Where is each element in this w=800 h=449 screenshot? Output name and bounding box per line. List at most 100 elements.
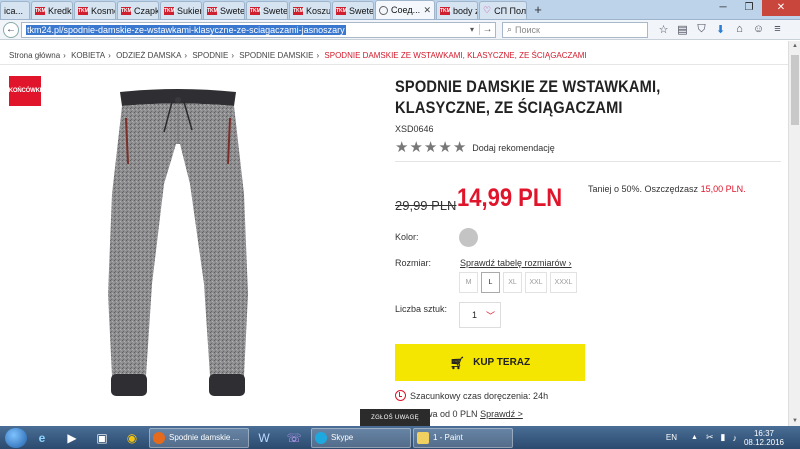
tab-label: Соед... [391, 5, 421, 15]
scroll-up-icon[interactable]: ▲ [789, 43, 800, 49]
breadcrumb-item[interactable]: ODZIEŻ DAMSKA [116, 51, 181, 60]
browser-tab[interactable]: ica... [0, 1, 30, 19]
toolbar-icons: ☆ ▤ ⛉ ⬇ ⌂ ☺ ≡ [654, 23, 787, 36]
minimize-icon[interactable]: ─ [710, 0, 736, 16]
bookmark-star-icon[interactable]: ☆ [654, 23, 673, 36]
size-option[interactable]: XXXL [550, 272, 577, 293]
tab-label: Sweter m... [263, 5, 288, 16]
savings-amount: 15,00 PLN. [700, 184, 746, 194]
ie-icon[interactable]: e [27, 427, 57, 448]
save-icon[interactable]: ▣ [87, 427, 117, 448]
window-close-icon[interactable]: ✕ [762, 0, 800, 16]
star-icon[interactable]: ★ [453, 140, 466, 155]
taskbar-task-skype[interactable]: Skype [311, 427, 411, 448]
browser-tab[interactable]: TKM Czapka d... [117, 1, 159, 19]
media-player-icon[interactable]: ▶ [57, 427, 87, 448]
go-arrow-icon[interactable]: → [479, 24, 495, 35]
maximize-icon[interactable]: ❐ [736, 0, 762, 16]
browser-tab-strip: ica... TKM Kredka d... TKM Kosmety... TK… [0, 0, 800, 20]
language-indicator[interactable]: EN [666, 433, 677, 442]
breadcrumb-item[interactable]: SPODNIE DAMSKIE [239, 51, 313, 60]
breadcrumb: Strona główna › KOBIETA › ODZIEŻ DAMSKA › S… [9, 51, 587, 60]
size-option-selected[interactable]: L [481, 272, 500, 293]
browser-tab-active[interactable]: Соед... ✕ [375, 0, 435, 19]
star-icon[interactable]: ★ [424, 140, 437, 155]
clearance-badge: KOŃCÓWKI [9, 76, 41, 106]
url-text[interactable]: tkm24.pl/spodnie-damskie-ze-wstawkami-kl… [26, 24, 346, 35]
volume-icon[interactable]: ♪ [732, 433, 737, 443]
home-icon[interactable]: ⌂ [730, 23, 749, 36]
product-image[interactable] [98, 84, 258, 404]
skype-icon [315, 431, 327, 444]
close-tab-icon[interactable]: ✕ [421, 5, 431, 16]
tab-label: ica... [4, 5, 24, 16]
size-option[interactable]: XXL [525, 272, 547, 293]
taskbar-task-paint[interactable]: 1 - Paint [413, 427, 513, 448]
system-tray: EN ▲ ✂ ▮ ♪ 16:37 08.12.2016 [666, 429, 800, 447]
download-icon[interactable]: ⬇ [711, 23, 730, 36]
size-option[interactable]: XL [503, 272, 522, 293]
star-icon[interactable]: ★ [438, 140, 451, 155]
product-title: SPODNIE DAMSKIE ZE WSTAWKAMI, KLASYCZNE,… [395, 77, 661, 117]
browser-tab[interactable]: TKM Sweter m... [203, 1, 245, 19]
divider [395, 161, 781, 162]
browser-tab[interactable]: TKM Kosmety... [74, 1, 116, 19]
buy-now-label: KUP TERAZ [473, 357, 531, 368]
scrollbar-thumb[interactable] [791, 55, 799, 125]
page-scrollbar[interactable]: ▲ ▼ [788, 41, 800, 426]
reading-list-icon[interactable]: ▤ [673, 23, 692, 36]
new-tab-button[interactable]: + [530, 3, 546, 19]
breadcrumb-item[interactable]: SPODNIE [192, 51, 228, 60]
address-bar[interactable]: tkm24.pl/spodnie-damskie-ze-wstawkami-kl… [21, 21, 496, 38]
browser-tab[interactable]: TKM Kredka d... [31, 1, 73, 19]
clock-time: 16:37 [753, 428, 774, 438]
back-button[interactable]: ← [3, 21, 19, 38]
buy-now-button[interactable]: 🛒︎ KUP TERAZ [395, 344, 585, 381]
browser-tab[interactable]: ♡ СП Польш... [479, 1, 527, 19]
tab-label: Sweter m... [220, 5, 245, 16]
quantity-label: Liczba sztuk: [395, 304, 448, 314]
viber-icon[interactable]: ☏ [279, 427, 309, 448]
breadcrumb-item[interactable]: KOBIETA [71, 51, 105, 60]
clock-icon [395, 390, 406, 401]
clock[interactable]: 16:37 08.12.2016 [744, 429, 784, 447]
chrome-icon[interactable]: ◉ [117, 427, 147, 448]
browser-tab[interactable]: TKM body z dł... [436, 1, 478, 19]
taskbar-task-firefox[interactable]: Spodnie damskie ... [149, 427, 249, 448]
size-chart-link[interactable]: Sprawdź tabelę rozmiarów › [460, 258, 572, 268]
report-feedback-button[interactable]: ZGŁOŚ UWAGĘ [360, 409, 430, 426]
globe-icon [379, 5, 388, 15]
star-icon[interactable]: ★ [395, 140, 408, 155]
search-input[interactable]: ⌕ Поиск [502, 21, 648, 38]
delivery-info: Szacunkowy czas doręczenia: 24h [395, 390, 548, 401]
browser-tab[interactable]: TKM Sukienka ... [160, 1, 202, 19]
shield-icon[interactable]: ⛉ [692, 23, 711, 36]
scroll-down-icon[interactable]: ▼ [789, 418, 800, 424]
tools-icon[interactable]: ✂ [706, 432, 714, 443]
browser-tab[interactable]: TKM Sweter m... [246, 1, 288, 19]
browser-tab[interactable]: TKM Sweter m... [332, 1, 374, 19]
network-icon[interactable]: ▮ [721, 432, 726, 443]
tray-expand-icon[interactable]: ▲ [691, 434, 698, 441]
start-button[interactable] [5, 427, 27, 448]
tkm-favicon-icon: TKM [293, 6, 304, 15]
size-option[interactable]: M [459, 272, 478, 293]
chat-icon[interactable]: ☺ [749, 23, 768, 36]
savings-label: Taniej o 50%. Oszczędzasz [588, 184, 699, 194]
tab-label: body z dł... [453, 5, 477, 16]
tkm-favicon-icon: TKM [78, 6, 89, 15]
color-swatch[interactable] [459, 228, 478, 247]
breadcrumb-item[interactable]: Strona główna [9, 51, 60, 60]
word-icon[interactable]: W [249, 427, 279, 448]
shipping-link[interactable]: Sprawdź > [480, 409, 523, 419]
quantity-select[interactable]: 1 ﹀ [459, 302, 501, 328]
browser-tab[interactable]: TKM Koszula ... [289, 1, 331, 19]
breadcrumb-current: SPODNIE DAMSKIE ZE WSTAWKAMI, KLASYCZNE,… [324, 51, 587, 60]
star-icon[interactable]: ★ [409, 140, 422, 155]
add-recommendation-link[interactable]: Dodaj rekomendację [472, 143, 555, 153]
tkm-favicon-icon: TKM [121, 6, 132, 15]
menu-icon[interactable]: ≡ [768, 23, 787, 36]
tab-label: Kredka d... [48, 5, 72, 16]
url-dropdown-icon[interactable]: ▾ [465, 25, 479, 34]
shipping-info: awa od 0 PLN Sprawdź > [421, 409, 523, 419]
